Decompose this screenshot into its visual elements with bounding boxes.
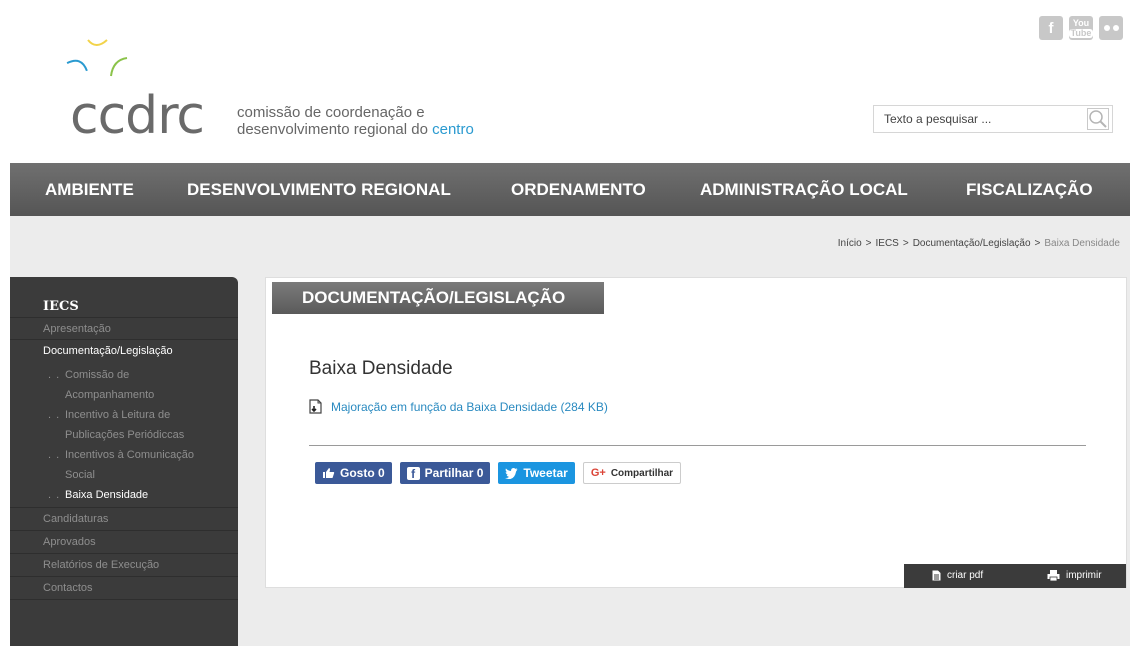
sidebar-title[interactable]: IECS: [43, 299, 79, 314]
thumbs-up-icon: [323, 468, 335, 478]
sidebar-sub-bullet: . .: [48, 369, 61, 381]
main-nav: AMBIENTE DESENVOLVIMENTO REGIONAL ORDENA…: [10, 163, 1130, 216]
logo-tagline: comissão de coordenação e desenvolviment…: [237, 104, 474, 138]
sidebar-subitem-label: Baixa Densidade: [65, 489, 149, 501]
sidebar-menu: Apresentação Documentação/Legislação . .…: [10, 317, 238, 600]
social-links: f You Tube: [1039, 16, 1123, 40]
tweet-label: Tweetar: [523, 466, 568, 480]
content-panel: DOCUMENTAÇÃO/LEGISLAÇÃO Baixa Densidade …: [265, 277, 1127, 588]
site-logo[interactable]: ccdrc comissão de coordenação e desenvol…: [55, 30, 535, 146]
sidebar-item-contactos[interactable]: Contactos: [10, 577, 238, 600]
sidebar-subitem-label: Social: [65, 469, 95, 481]
tweet-button[interactable]: Tweetar: [498, 462, 575, 484]
sidebar-item-candidaturas[interactable]: Candidaturas: [10, 508, 238, 531]
sidebar-subitem-label: Incentivo à Leitura de: [65, 409, 171, 421]
divider: [309, 445, 1086, 446]
logo-tagline-prefix: desenvolvimento regional do: [237, 121, 433, 138]
sidebar-subitem-incentivo-leitura[interactable]: . . Incentivo à Leitura de Publicações P…: [10, 405, 238, 445]
breadcrumb-current: Baixa Densidade: [1044, 238, 1120, 249]
search-box: [873, 105, 1113, 133]
breadcrumb-link-iecs[interactable]: IECS: [876, 238, 899, 249]
sidebar-subitem-label: Incentivos à Comunicação: [65, 449, 195, 461]
sidebar-item-relatorios[interactable]: Relatórios de Execução: [10, 554, 238, 577]
sidebar-item-apresentacao[interactable]: Apresentação: [10, 317, 238, 340]
sidebar-subitem-label: Publicações Periódiccas: [65, 429, 185, 441]
sidebar-item-documentacao[interactable]: Documentação/Legislação: [10, 340, 238, 363]
logo-tagline-line2: desenvolvimento regional do centro: [237, 121, 474, 138]
create-pdf-label: criar pdf: [947, 570, 984, 581]
facebook-icon[interactable]: f: [1039, 16, 1063, 40]
nav-item-desenvolvimento-regional[interactable]: DESENVOLVIMENTO REGIONAL: [187, 180, 451, 200]
youtube-glyph-bottom: Tube: [1068, 27, 1094, 38]
sidebar-item-aprovados[interactable]: Aprovados: [10, 531, 238, 554]
sidebar-subitem-label: Comissão de: [65, 369, 130, 381]
google-plus-share-button[interactable]: G+ Compartilhar: [582, 462, 682, 484]
sidebar-subitem-incentivos-comunicacao[interactable]: . . Incentivos à Comunicação Social: [10, 445, 238, 485]
youtube-icon[interactable]: You Tube: [1068, 16, 1094, 40]
facebook-square-icon: f: [406, 466, 420, 480]
share-label: Partilhar 0: [424, 466, 484, 480]
flickr-dot: [1103, 25, 1110, 31]
page-title: Baixa Densidade: [309, 358, 453, 379]
create-pdf-button[interactable]: criar pdf: [932, 570, 983, 581]
flickr-icon[interactable]: [1099, 16, 1123, 40]
share-buttons: Gosto 0 f Partilhar 0 Tweetar G+ Compart…: [315, 462, 682, 484]
sidebar-subitem-label: Acompanhamento: [65, 389, 155, 401]
like-label: Gosto 0: [340, 466, 385, 480]
youtube-glyph-top: You: [1072, 17, 1090, 28]
nav-item-administracao-local[interactable]: ADMINISTRAÇÃO LOCAL: [700, 180, 908, 200]
breadcrumb-separator: >: [902, 238, 909, 249]
nav-item-ordenamento[interactable]: ORDENAMENTO: [511, 180, 646, 200]
sidebar-sub-bullet: . .: [48, 409, 61, 421]
printer-icon: [1047, 570, 1060, 581]
document-download-icon: [309, 399, 322, 414]
breadcrumb-separator: >: [865, 238, 872, 249]
search-button[interactable]: [1087, 108, 1109, 130]
google-share-label: Compartilhar: [610, 467, 674, 479]
logo-sun-icon: [66, 39, 128, 77]
print-button[interactable]: imprimir: [1047, 570, 1102, 581]
search-input[interactable]: [874, 106, 1084, 132]
search-icon: [1089, 110, 1107, 128]
sidebar: IECS Apresentação Documentação/Legislaçã…: [10, 277, 238, 646]
facebook-like-button[interactable]: Gosto 0: [315, 462, 392, 484]
breadcrumb-link-documentacao[interactable]: Documentação/Legislação: [913, 238, 1031, 249]
breadcrumb-link-inicio[interactable]: Início: [838, 238, 862, 249]
sidebar-subitem-comissao[interactable]: . . Comissão de Acompanhamento: [10, 365, 238, 405]
sidebar-sub-bullet: . .: [48, 449, 61, 461]
breadcrumb: Início > IECS > Documentação/Legislação > Baix…: [838, 238, 1120, 249]
document-link[interactable]: Majoração em função da Baixa Densidade (…: [331, 400, 608, 414]
print-label: imprimir: [1066, 570, 1102, 581]
sidebar-subitem-baixa-densidade[interactable]: . . Baixa Densidade: [10, 485, 238, 505]
logo-tagline-accent: centro: [432, 121, 474, 138]
logo-tagline-line1: comissão de coordenação e: [237, 104, 425, 121]
breadcrumb-separator: >: [1034, 238, 1041, 249]
sidebar-sub-bullet: . .: [48, 489, 61, 501]
flickr-dot: [1112, 25, 1119, 31]
nav-item-fiscalizacao[interactable]: FISCALIZAÇÃO: [966, 180, 1093, 200]
twitter-bird-icon: [505, 467, 518, 479]
logo-wordmark: ccdrc: [70, 86, 205, 146]
document-row: Majoração em função da Baixa Densidade (…: [309, 399, 608, 414]
pdf-document-icon: [932, 570, 941, 581]
google-plus-icon: G+: [590, 467, 606, 479]
sidebar-submenu: . . Comissão de Acompanhamento . . Incen…: [10, 363, 238, 508]
site-header: ccdrc comissão de coordenação e desenvol…: [10, 10, 1130, 163]
facebook-share-button[interactable]: f Partilhar 0: [399, 462, 491, 484]
facebook-glyph: f: [1048, 19, 1054, 37]
section-title: DOCUMENTAÇÃO/LEGISLAÇÃO: [272, 282, 604, 314]
page-actions: criar pdf imprimir: [904, 564, 1126, 588]
page: ccdrc comissão de coordenação e desenvol…: [10, 10, 1130, 646]
nav-item-ambiente[interactable]: AMBIENTE: [45, 180, 134, 200]
